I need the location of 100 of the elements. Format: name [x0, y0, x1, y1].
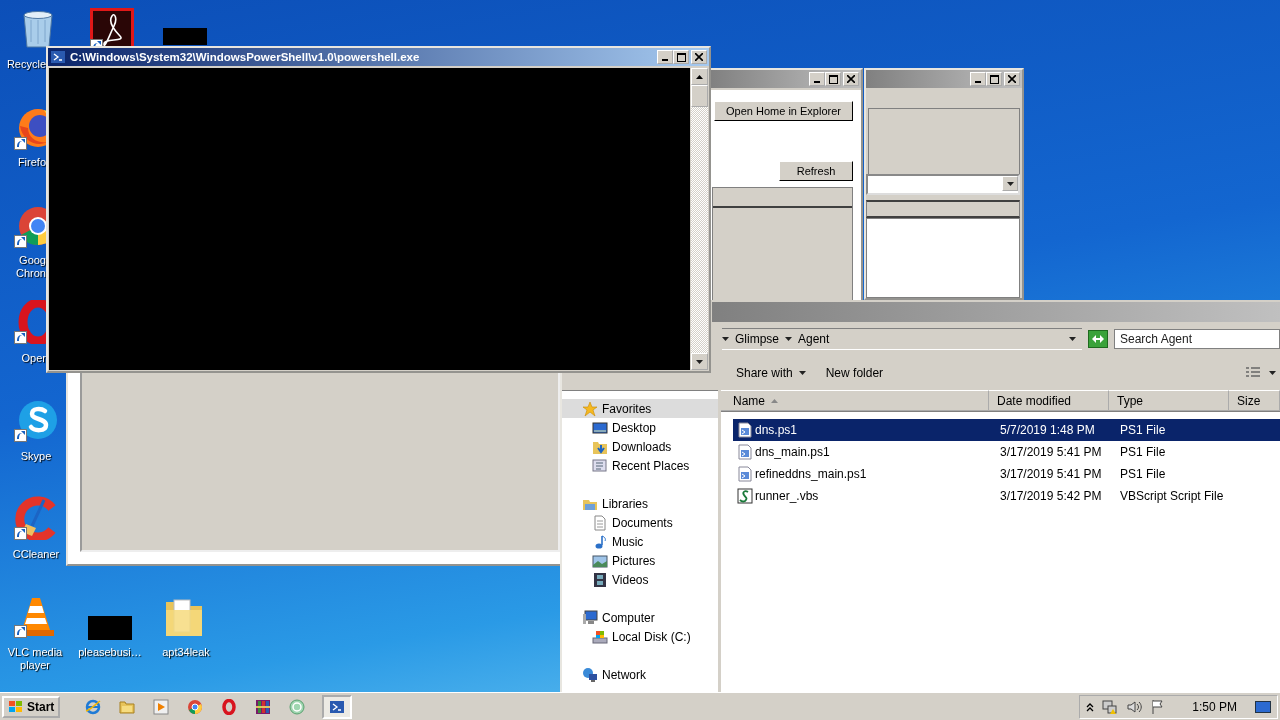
powershell-file-icon [737, 422, 753, 438]
file-name: refineddns_main.ps1 [755, 467, 868, 481]
skype-icon[interactable] [14, 398, 58, 442]
file-row[interactable]: runner_.vbs 3/17/2019 5:42 PM VBScript Script File [733, 485, 1280, 507]
powershell-file-icon [737, 466, 753, 482]
down-arrow-icon [696, 359, 703, 364]
pictures-icon [592, 552, 608, 569]
breadcrumb-item[interactable]: Agent [798, 332, 830, 346]
icon-label[interactable]: Skype [6, 450, 66, 463]
file-row[interactable]: dns.ps1 5/7/2019 1:48 PM PS1 File [733, 419, 1280, 441]
ring-app-icon [289, 698, 306, 715]
dropdown-icon [1069, 337, 1076, 341]
title-bar[interactable] [866, 70, 1022, 88]
icon-label[interactable]: Goog Chron [4, 254, 46, 280]
disk-icon [592, 628, 608, 645]
documents-icon [592, 514, 608, 531]
minimize-button[interactable] [657, 50, 673, 64]
nav-item[interactable]: Computer [562, 608, 718, 627]
scroll-down-button[interactable] [691, 353, 708, 370]
title-bar[interactable]: C:\Windows\System32\WindowsPowerShell\v1.0\powershell.exe [48, 48, 709, 66]
nav-item[interactable]: Favorites [562, 399, 718, 418]
minimize-button[interactable] [970, 72, 986, 86]
taskbar-app[interactable] [322, 694, 353, 719]
breadcrumb-item[interactable]: Glimpse [735, 332, 779, 346]
nav-item[interactable]: Documents [562, 513, 718, 532]
close-icon [1008, 75, 1016, 83]
opera-icon[interactable] [14, 300, 46, 344]
form-button[interactable]: Refresh [779, 161, 853, 181]
scrollbar[interactable] [691, 68, 708, 370]
file-type: PS1 File [1120, 467, 1167, 481]
caret-icon [798, 371, 806, 375]
nav-item[interactable]: Downloads [562, 437, 718, 456]
close-icon [847, 75, 855, 83]
nav-item[interactable]: Libraries [562, 494, 718, 513]
file-row[interactable]: dns_main.ps1 3/17/2019 5:41 PM PS1 File [733, 441, 1280, 463]
breadcrumb-arrow-icon [722, 337, 729, 341]
icon-label[interactable]: Oper [4, 352, 46, 365]
maximize-button[interactable] [986, 72, 1002, 86]
clock[interactable]: 1:50 PM [1192, 699, 1237, 714]
scroll-up-button[interactable] [691, 68, 708, 85]
nav-item[interactable]: Pictures [562, 551, 718, 570]
dropdown-button[interactable] [1002, 176, 1018, 191]
column-header[interactable]: Name [721, 390, 989, 411]
nav-item[interactable]: Videos [562, 570, 718, 589]
form-button[interactable]: Open Home in Explorer [714, 101, 853, 121]
script-file-icon [737, 488, 753, 504]
scroll-thumb[interactable] [691, 85, 708, 107]
up-arrow-icon [696, 74, 703, 79]
nav-item[interactable]: Music [562, 532, 718, 551]
nav-item[interactable]: Local Disk (C:) [562, 627, 718, 646]
volume-icon[interactable] [1126, 698, 1143, 715]
chrome-icon [187, 698, 204, 715]
close-button[interactable] [843, 72, 859, 86]
maximize-icon [989, 74, 999, 84]
network-icon[interactable] [1102, 698, 1119, 715]
windows-logo-icon [8, 699, 24, 714]
column-header[interactable]: Type [1109, 390, 1229, 411]
toolbar-button[interactable]: New folder [817, 362, 892, 384]
powershell-icon [329, 698, 346, 715]
minimize-button[interactable] [809, 72, 825, 86]
view-icon[interactable] [1245, 366, 1261, 380]
close-icon [695, 53, 703, 61]
icon-label[interactable]: Firefo [4, 156, 46, 169]
view-caret-icon [1269, 371, 1276, 375]
desktop-icon [592, 419, 608, 436]
winrar-icon [255, 698, 272, 715]
show-desktop-icon[interactable] [1255, 699, 1271, 714]
nav-item[interactable]: Desktop [562, 418, 718, 437]
acrobat-icon[interactable] [90, 8, 134, 46]
toolbar-button[interactable]: Share with [728, 362, 814, 384]
icon-label[interactable]: CCleaner [6, 548, 66, 561]
close-button[interactable] [691, 50, 707, 64]
powershell-file-icon [737, 444, 753, 460]
maximize-button[interactable] [825, 72, 841, 86]
date-modified: 3/17/2019 5:41 PM [1000, 467, 1103, 481]
chevron-icon[interactable] [1086, 701, 1095, 712]
column-header[interactable]: Size [1229, 390, 1280, 411]
date-modified: 3/17/2019 5:41 PM [1000, 445, 1103, 459]
file-name: dns_main.ps1 [755, 445, 831, 459]
start-button[interactable]: Start [2, 695, 61, 718]
date-modified: 5/7/2019 1:48 PM [1000, 423, 1096, 437]
computer-icon [582, 609, 598, 626]
refresh-icon[interactable] [1088, 330, 1108, 348]
column-header[interactable]: Date modified [989, 390, 1109, 411]
file-name: dns.ps1 [755, 423, 799, 437]
file-type: PS1 File [1120, 445, 1167, 459]
maximize-button[interactable] [673, 50, 689, 64]
date-modified: 3/17/2019 5:42 PM [1000, 489, 1103, 503]
address-bar[interactable]: Glimpse Agent [722, 328, 1082, 350]
icon-label[interactable]: Recycle [4, 58, 46, 71]
maximize-icon [676, 52, 686, 62]
title-bar[interactable] [710, 70, 861, 88]
network-icon [582, 666, 598, 683]
search-field[interactable]: Search Agent [1114, 329, 1280, 349]
thumbnail-icon[interactable] [88, 616, 132, 640]
nav-item[interactable]: Network [562, 665, 718, 684]
ccleaner-icon[interactable] [14, 496, 58, 540]
nav-item[interactable]: Recent Places [562, 456, 718, 475]
file-row[interactable]: refineddns_main.ps1 3/17/2019 5:41 PM PS1 File [733, 463, 1280, 485]
close-button[interactable] [1004, 72, 1020, 86]
